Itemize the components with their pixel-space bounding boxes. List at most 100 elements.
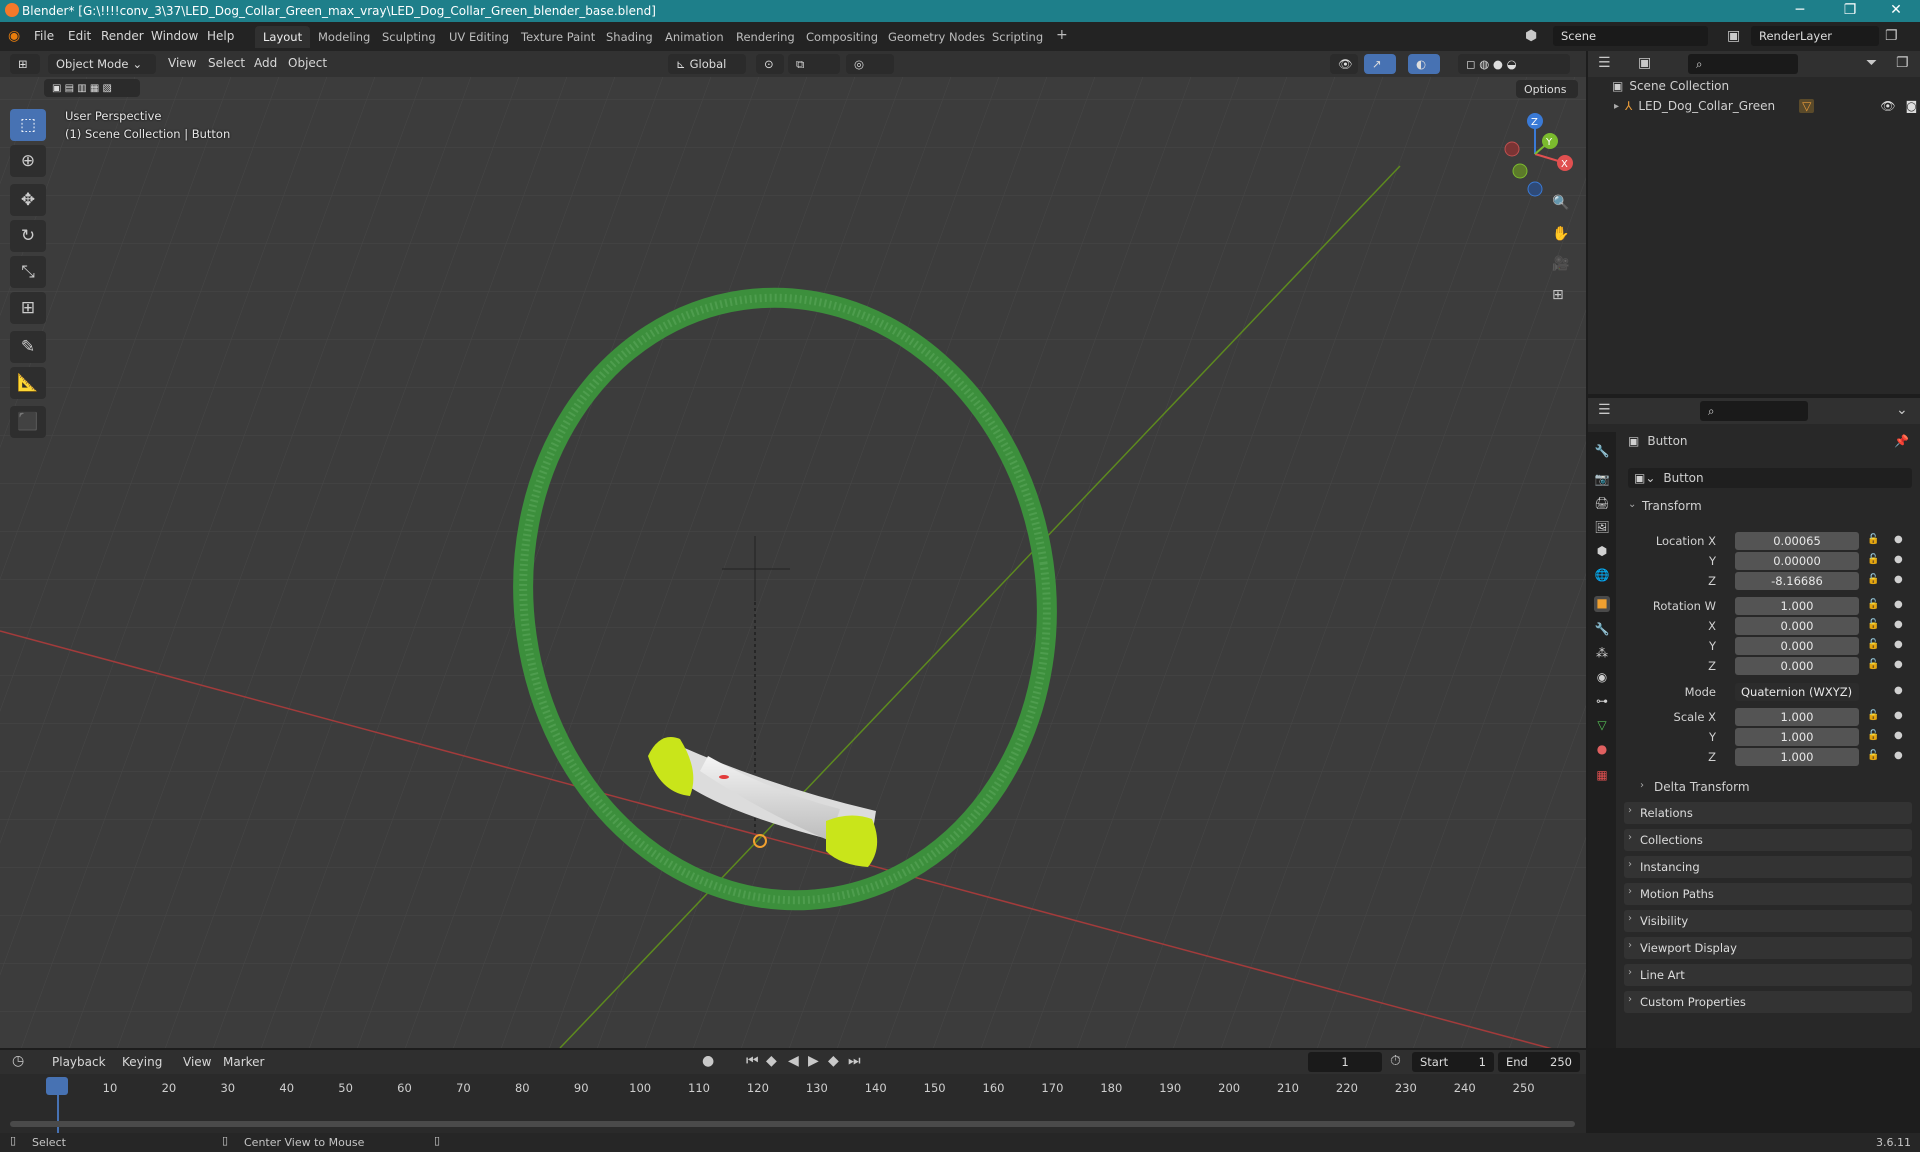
object-dropdown-icon[interactable]: ▣⌄ (1634, 471, 1655, 485)
lock-icon[interactable]: 🔓 (1867, 639, 1879, 650)
timeline-editor[interactable]: ◷ Playback Keying View Marker ● ⏮ ◆ ◀ ▶ … (0, 1050, 1586, 1133)
properties-search-input[interactable]: ⌕ (1700, 401, 1808, 421)
play-icon[interactable]: ▶ (808, 1053, 819, 1069)
modifier-tab-icon[interactable]: 🔧 (1594, 622, 1610, 638)
rotate-tool-icon[interactable]: ↻ (10, 220, 46, 252)
tab-uv-editing[interactable]: UV Editing (441, 26, 517, 48)
scale-x-field[interactable]: 1.000 (1735, 708, 1859, 726)
menu-window[interactable]: Window (151, 29, 198, 43)
physics-tab-icon[interactable]: ◉ (1594, 670, 1610, 686)
tab-geometry-nodes[interactable]: Geometry Nodes (880, 26, 993, 48)
constraints-tab-icon[interactable]: ⊶ (1594, 694, 1610, 710)
object-data-name-field[interactable]: ▣⌄ Button (1628, 468, 1912, 488)
timeline-menu-marker[interactable]: Marker (223, 1055, 264, 1069)
properties-options-icon[interactable]: ⌄ (1896, 402, 1908, 418)
rotation-z-field[interactable]: 0.000 (1735, 657, 1859, 675)
camera-render-icon[interactable]: ◙ (1906, 99, 1918, 113)
tab-modeling[interactable]: Modeling (310, 26, 378, 48)
tab-compositing[interactable]: Compositing (798, 26, 886, 48)
transform-panel-header[interactable]: ⌄ Transform (1624, 496, 1912, 518)
minimize-button[interactable]: ─ (1780, 2, 1820, 20)
menu-file[interactable]: File (34, 29, 54, 43)
scene-icon[interactable]: ⬢ (1525, 28, 1537, 44)
outliner-item[interactable]: ▸ ⅄ LED_Dog_Collar_Green ▽ 👁 ◙ (1614, 97, 1917, 115)
keyframe-dot-icon[interactable]: ● (1894, 750, 1903, 761)
tab-rendering[interactable]: Rendering (728, 26, 803, 48)
annotate-tool-icon[interactable]: ✎ (10, 331, 46, 363)
jump-start-icon[interactable]: ⏮ (746, 1053, 759, 1069)
delta-transform-subpanel[interactable]: › Delta Transform (1636, 778, 1912, 798)
viewport-canvas[interactable] (0, 51, 1586, 1048)
scene-tab-icon[interactable]: ⬢ (1594, 544, 1610, 560)
location-y-field[interactable]: 0.00000 (1735, 552, 1859, 570)
location-x-field[interactable]: 0.00065 (1735, 532, 1859, 550)
scale-z-field[interactable]: 1.000 (1735, 748, 1859, 766)
shading-mode-buttons[interactable]: ◻ ◍ ● ◒ (1458, 54, 1570, 74)
ortho-grid-icon[interactable]: ⊞ (1552, 287, 1564, 303)
tab-texture-paint[interactable]: Texture Paint (513, 26, 603, 48)
lock-icon[interactable]: 🔓 (1867, 534, 1879, 545)
tab-layout[interactable]: Layout (255, 26, 311, 48)
navigation-gizmo[interactable]: Z X Y (1490, 109, 1580, 199)
scale-y-field[interactable]: 1.000 (1735, 728, 1859, 746)
start-frame-field[interactable]: Start 1 (1412, 1052, 1494, 1072)
keyframe-dot-icon[interactable]: ● (1894, 534, 1903, 545)
tab-animation[interactable]: Animation (657, 26, 732, 48)
keyframe-dot-icon[interactable]: ● (1894, 659, 1903, 670)
jump-end-icon[interactable]: ⏭ (848, 1053, 861, 1069)
lock-icon[interactable]: 🔓 (1867, 750, 1879, 761)
lock-icon[interactable]: 🔓 (1867, 659, 1879, 670)
lock-icon[interactable]: 🔓 (1867, 710, 1879, 721)
panel-collections[interactable]: › Collections (1624, 829, 1912, 851)
world-tab-icon[interactable]: 🌐 (1594, 568, 1610, 584)
playhead-marker[interactable] (46, 1077, 68, 1095)
timeline-editor-icon[interactable]: ◷ (12, 1053, 24, 1069)
scale-tool-icon[interactable]: ⤡ (10, 256, 46, 288)
gizmo-toggle-icon[interactable]: ↗ (1364, 54, 1396, 74)
end-frame-field[interactable]: End 250 (1498, 1052, 1580, 1072)
play-reverse-icon[interactable]: ◀ (788, 1053, 799, 1069)
visibility-icon[interactable]: 👁 (1330, 54, 1358, 74)
tab-shading[interactable]: Shading (598, 26, 661, 48)
modifier-filter-icon[interactable]: ▽ (1799, 99, 1815, 113)
scene-name-field[interactable]: Scene (1553, 26, 1708, 46)
lock-icon[interactable]: 🔓 (1867, 599, 1879, 610)
panel-custom-properties[interactable]: › Custom Properties (1624, 991, 1912, 1013)
keyframe-dot-icon[interactable]: ● (1894, 710, 1903, 721)
viewport-menu-add[interactable]: Add (254, 56, 277, 70)
current-frame-field[interactable]: 1 (1308, 1052, 1382, 1072)
lock-icon[interactable]: 🔓 (1867, 730, 1879, 741)
panel-viewport-display[interactable]: › Viewport Display (1624, 937, 1912, 959)
lock-icon[interactable]: 🔓 (1867, 554, 1879, 565)
rotation-y-field[interactable]: 0.000 (1735, 637, 1859, 655)
panel-instancing[interactable]: › Instancing (1624, 856, 1912, 878)
menu-edit[interactable]: Edit (68, 29, 91, 43)
rotation-w-field[interactable]: 1.000 (1735, 597, 1859, 615)
view-layer-icon[interactable]: ▣ (1727, 28, 1740, 44)
timeline-menu-keying[interactable]: Keying (122, 1055, 162, 1069)
filter-icon[interactable]: ⏷ (1866, 55, 1877, 71)
properties-editor-icon[interactable]: ☰ (1598, 402, 1611, 418)
data-tab-icon[interactable]: ▽ (1594, 718, 1610, 734)
proportional-edit-icon[interactable]: ◎ (846, 54, 894, 74)
tool-tab-icon[interactable]: 🔧 (1594, 444, 1610, 460)
selection-mode-buttons[interactable]: ▣ ▤ ▥ ▦ ▧ (44, 79, 140, 97)
rotation-x-field[interactable]: 0.000 (1735, 617, 1859, 635)
timeline-menu-playback[interactable]: Playback (52, 1055, 106, 1069)
viewport-menu-view[interactable]: View (168, 56, 196, 70)
pan-hand-icon[interactable]: ✋ (1552, 226, 1569, 242)
eye-visibility-icon[interactable]: 👁 (1880, 99, 1895, 113)
select-box-tool-icon[interactable]: ⬚ (10, 109, 46, 141)
tab-sculpting[interactable]: Sculpting (374, 26, 444, 48)
object-mode-dropdown[interactable]: Object Mode ⌄ (48, 54, 156, 74)
blender-menu-icon[interactable]: ◉ (8, 28, 20, 44)
rotation-mode-dropdown[interactable]: Quaternion (WXYZ) (1735, 683, 1859, 701)
add-cube-tool-icon[interactable]: ⬛ (10, 406, 46, 438)
new-layer-icon[interactable]: ❐ (1885, 28, 1898, 44)
panel-motion-paths[interactable]: › Motion Paths (1624, 883, 1912, 905)
tab-scripting[interactable]: Scripting (984, 26, 1051, 48)
keyframe-dot-icon[interactable]: ● (1894, 730, 1903, 741)
add-workspace-button[interactable]: + (1048, 26, 1076, 48)
close-button[interactable]: ✕ (1876, 2, 1916, 20)
3d-viewport[interactable]: ⊞ Object Mode ⌄ View Select Add Object ⊾ G… (0, 51, 1586, 1048)
